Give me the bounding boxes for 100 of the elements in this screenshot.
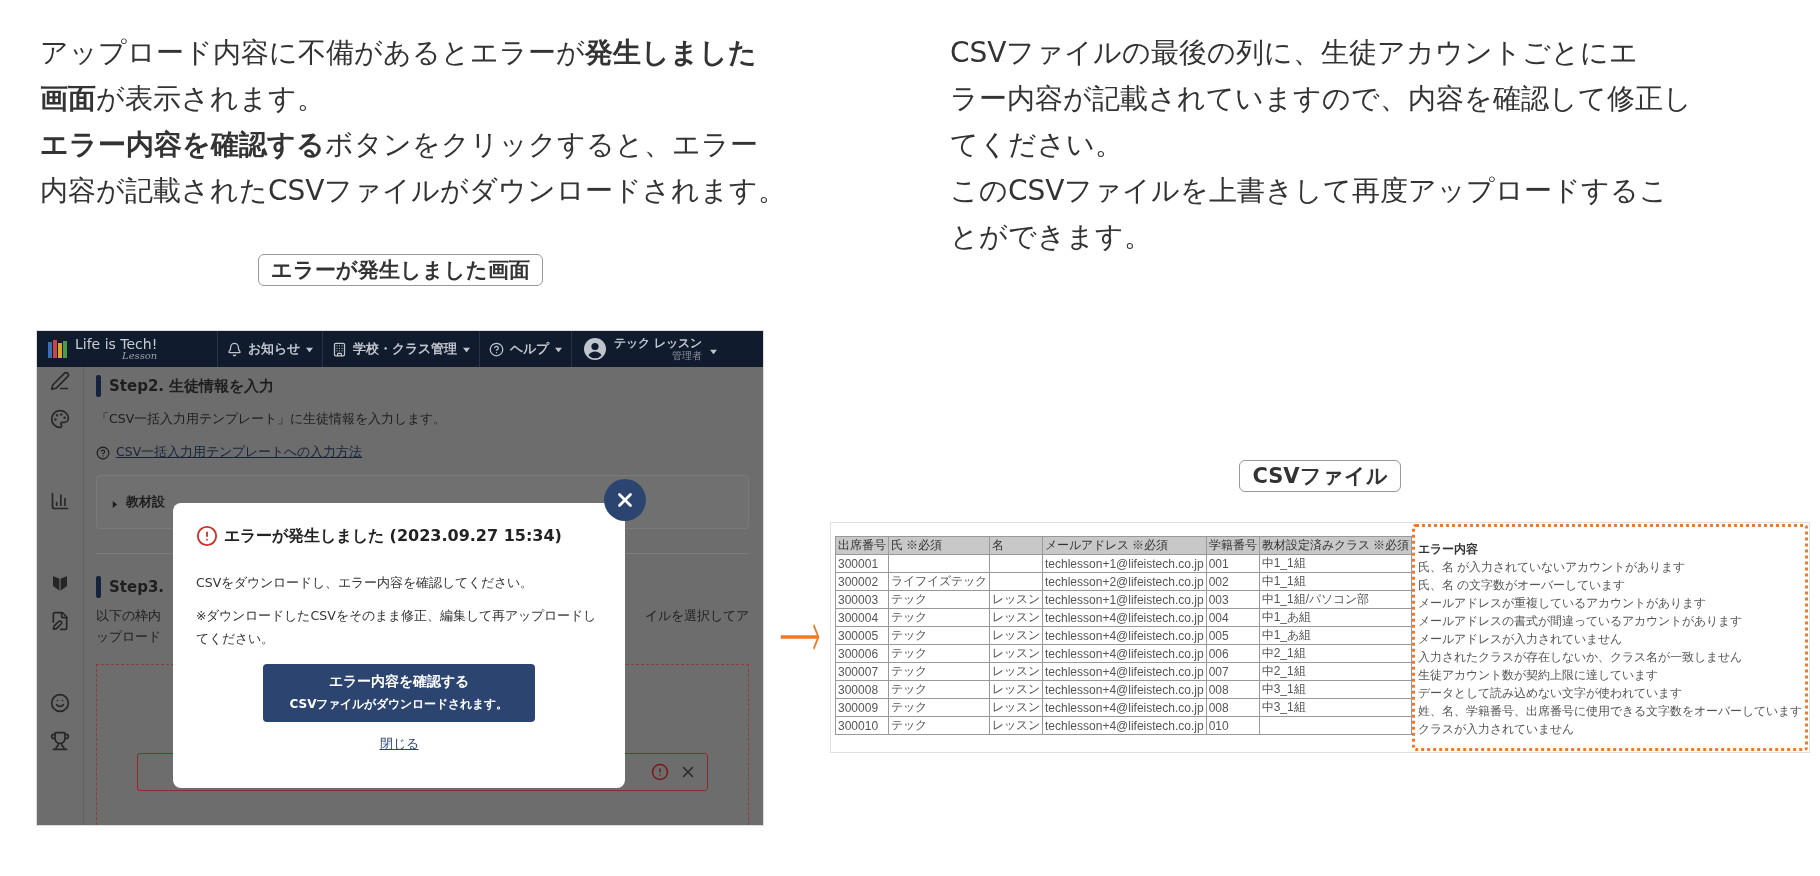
- table-cell: 300009: [835, 698, 889, 717]
- table-cell: techlesson+4@lifeistech.co.jp: [1042, 662, 1207, 681]
- table-cell: techlesson+4@lifeistech.co.jp: [1042, 680, 1207, 699]
- table-cell: テック: [888, 590, 990, 609]
- csv-caption: CSVファイル: [1239, 460, 1401, 492]
- column-header: 教材設定済みクラス ※必須: [1259, 536, 1412, 555]
- table-cell: 300001: [835, 554, 889, 573]
- step-text: ップロード: [96, 629, 161, 646]
- error-text: メールアドレスが入力されていません: [1417, 631, 1623, 648]
- table-cell: レッスン: [989, 698, 1043, 717]
- bar-chart-icon[interactable]: [50, 491, 70, 511]
- error-text: データとして読み込めない文字が使われています: [1417, 685, 1683, 702]
- palette-icon[interactable]: [50, 409, 70, 429]
- building-icon: [332, 341, 347, 357]
- table-cell: テック: [888, 644, 990, 663]
- error-heading: エラー内容: [1417, 541, 1479, 558]
- table-cell: ライフイズテック: [888, 572, 990, 591]
- table-cell: 中2_1組: [1259, 662, 1412, 681]
- table-cell: レッスン: [989, 644, 1043, 663]
- table-cell: techlesson+4@lifeistech.co.jp: [1042, 608, 1207, 627]
- screen-caption: エラーが発生しました画面: [257, 254, 543, 286]
- table-cell: レッスン: [989, 590, 1043, 609]
- shield-icon[interactable]: [50, 573, 70, 593]
- error-text: 入力されたクラスが存在しないか、クラス名が一致しません: [1417, 649, 1743, 666]
- table-cell: 300007: [835, 662, 889, 681]
- table-cell: techlesson+2@lifeistech.co.jp: [1042, 572, 1207, 591]
- accent-bar: [96, 375, 101, 397]
- table-cell: 中1_あ組: [1259, 608, 1412, 627]
- table-cell: 300006: [835, 644, 889, 663]
- trophy-icon[interactable]: [50, 731, 70, 751]
- error-text: 氏、名 の文字数がオーバーしています: [1417, 577, 1627, 594]
- user-menu[interactable]: テック レッスン 管理者: [571, 331, 728, 367]
- table-cell: レッスン: [989, 662, 1043, 681]
- table-cell: レッスン: [989, 626, 1043, 645]
- table-cell: 中1_1組: [1259, 572, 1412, 591]
- table-cell: 300004: [835, 608, 889, 627]
- table-cell: 002: [1206, 572, 1260, 591]
- table-cell: 中3_1組: [1259, 698, 1412, 717]
- help-icon: [489, 341, 504, 357]
- nav-menu[interactable]: 学校・クラス管理: [322, 331, 479, 367]
- table-cell: テック: [888, 608, 990, 627]
- alert-icon: [651, 763, 669, 781]
- column-header: 出席番号: [835, 536, 889, 555]
- caret-icon: [306, 345, 313, 353]
- table-cell: techlesson+4@lifeistech.co.jp: [1042, 698, 1207, 717]
- csv-text-line: このCSVファイルを上書きして再度アップロードするこ: [950, 173, 1670, 209]
- file-edit-icon[interactable]: [50, 611, 70, 631]
- dialog-note: ※ダウンロードしたCSVをそのまま修正、編集して再アップロードしてください。: [196, 607, 597, 648]
- column-header: 氏 ※必須: [888, 536, 990, 555]
- table-cell: 300010: [835, 716, 889, 735]
- table-cell: 中1_1組/パソコン部: [1259, 590, 1412, 609]
- table-cell: techlesson+4@lifeistech.co.jp: [1042, 644, 1207, 663]
- csv-text-line: とができます。: [950, 219, 1153, 255]
- table-cell: techlesson+4@lifeistech.co.jp: [1042, 716, 1207, 735]
- smile-icon[interactable]: [50, 693, 70, 713]
- right-arrow: [780, 622, 820, 652]
- column-header: 名: [989, 536, 1043, 555]
- step-text: 以下の枠内: [96, 608, 161, 625]
- table-cell: [989, 554, 1043, 573]
- table-cell: [989, 572, 1043, 591]
- step-title: Step2. 生徒情報を入力: [109, 376, 275, 396]
- table-cell: テック: [888, 716, 990, 735]
- error-text: メールアドレスの書式が間違っているアカウントがあります: [1417, 613, 1743, 630]
- table-cell: 010: [1206, 716, 1260, 735]
- csv-text-line: CSVファイルの最後の列に、生徒アカウントごとにエ: [950, 35, 1640, 71]
- table-cell: 006: [1206, 644, 1260, 663]
- help-icon: [96, 445, 110, 460]
- table-cell: 300002: [835, 572, 889, 591]
- table-cell: techlesson+1@lifeistech.co.jp: [1042, 554, 1207, 573]
- pencil-icon[interactable]: [50, 371, 70, 391]
- table-cell: テック: [888, 698, 990, 717]
- caret-icon: [555, 345, 562, 353]
- table-cell: 中1_あ組: [1259, 626, 1412, 645]
- step-title: Step3.: [109, 578, 165, 596]
- check-errors-button[interactable]: エラー内容を確認する CSVファイルがダウンロードされます。: [263, 664, 535, 722]
- table-cell: 005: [1206, 626, 1260, 645]
- nav-menu[interactable]: ヘルプ: [479, 331, 571, 367]
- table-cell: 300008: [835, 680, 889, 699]
- logo-subtitle: Lesson: [122, 351, 158, 361]
- table-cell: 中3_1組: [1259, 680, 1412, 699]
- table-cell: 001: [1206, 554, 1260, 573]
- table-cell: 300003: [835, 590, 889, 609]
- table-cell: 中1_1組: [1259, 554, 1412, 573]
- error-text: 氏、名 が入力されていないアカウントがあります: [1417, 559, 1687, 576]
- table-cell: 007: [1206, 662, 1260, 681]
- avatar-icon: [584, 338, 606, 360]
- table-cell: テック: [888, 662, 990, 681]
- caret-icon: [463, 345, 470, 353]
- table-cell: 008: [1206, 698, 1260, 717]
- table-cell: 008: [1206, 680, 1260, 699]
- table-cell: 004: [1206, 608, 1260, 627]
- csv-text-line: ラー内容が記載されていますので、内容を確認して修正し: [950, 81, 1693, 117]
- close-link[interactable]: 閉じる: [379, 736, 419, 753]
- logo-text: Life is Tech!: [75, 337, 158, 351]
- error-text: 姓、名、学籍番号、出席番号に使用できる文字数をオーバーしています: [1417, 703, 1802, 720]
- column-header: メールアドレス ※必須: [1042, 536, 1207, 555]
- table-cell: techlesson+1@lifeistech.co.jp: [1042, 590, 1207, 609]
- nav-menu[interactable]: お知らせ: [217, 331, 322, 367]
- table-cell: 003: [1206, 590, 1260, 609]
- error-text: クラスが入力されていません: [1417, 721, 1575, 738]
